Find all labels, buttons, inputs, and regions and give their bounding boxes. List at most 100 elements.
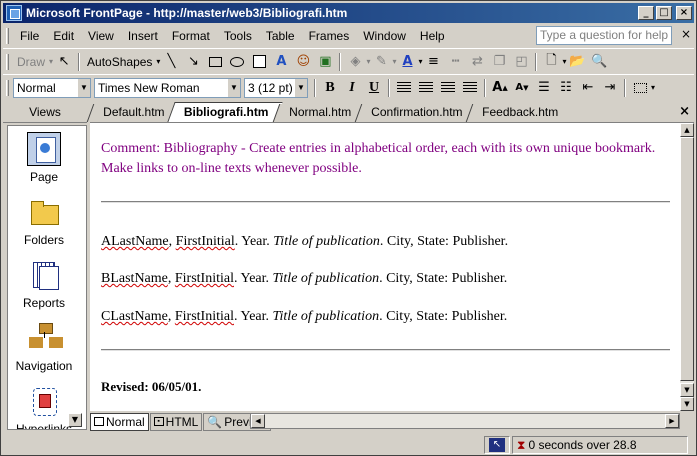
scroll-end-button[interactable]: ▼ <box>680 397 694 411</box>
minimize-button[interactable]: _ <box>638 6 654 20</box>
justify-button[interactable] <box>459 77 481 99</box>
view-page[interactable]: Page <box>8 132 80 184</box>
new-page-icon[interactable]: 🗋 <box>540 51 562 73</box>
open-icon[interactable]: 📂 <box>567 51 589 73</box>
frontpage-app-icon[interactable] <box>6 5 22 21</box>
font-size-select[interactable]: 3 (12 pt) ▼ <box>244 77 308 98</box>
text-box-icon[interactable] <box>248 51 270 73</box>
picture-icon[interactable]: ▣ <box>314 51 336 73</box>
tab-default[interactable]: Default.htm <box>86 104 178 122</box>
line-style-icon[interactable]: ≡ <box>422 51 444 73</box>
menu-view[interactable]: View <box>81 27 121 45</box>
arrow-style-icon[interactable]: ⇄ <box>466 51 488 73</box>
document-frame: Default.htm Bibliografi.htm Normal.htm C… <box>86 101 694 432</box>
3d-style-icon[interactable]: ◰ <box>510 51 532 73</box>
scroll-up-button[interactable]: ▲ <box>680 123 694 137</box>
html-view-tab[interactable]: ▪ HTML <box>149 412 203 431</box>
entry-publisher: . City, State: Publisher. <box>379 234 509 249</box>
scroll-left-button[interactable]: ◀ <box>251 414 265 428</box>
fill-color-icon[interactable]: ◈ <box>344 51 366 73</box>
help-question-input[interactable]: Type a question for help <box>536 26 672 45</box>
tab-bibliografi-label: Bibliografi.htm <box>184 105 269 119</box>
borders-button[interactable] <box>629 77 651 99</box>
italic-button[interactable]: I <box>341 77 363 99</box>
close-button[interactable]: × <box>676 6 692 20</box>
clip-art-icon[interactable]: ☺ <box>292 51 314 73</box>
align-right-button[interactable] <box>437 77 459 99</box>
menu-edit[interactable]: Edit <box>46 27 81 45</box>
align-left-button[interactable] <box>393 77 415 99</box>
view-folders[interactable]: Folders <box>8 195 80 247</box>
horizontal-rule <box>101 349 670 351</box>
wordart-icon[interactable]: A <box>270 51 292 73</box>
entry-year: . Year. <box>234 271 273 286</box>
bibliography-entry[interactable]: BLastName, FirstInitial. Year. Title of … <box>101 270 507 288</box>
style-select[interactable]: Normal ▼ <box>13 77 91 98</box>
draw-menu-button[interactable]: Draw <box>13 55 49 69</box>
bibliography-entry[interactable]: ALastName, FirstInitial. Year. Title of … <box>101 233 508 251</box>
view-reports[interactable]: Reports <box>8 258 80 310</box>
menu-tools[interactable]: Tools <box>217 27 259 45</box>
numbering-button[interactable]: ☰ <box>533 77 555 99</box>
connection-icon: ↖ <box>489 437 505 452</box>
scroll-right-button[interactable]: ▶ <box>665 414 679 428</box>
menu-frames[interactable]: Frames <box>302 27 357 45</box>
arrow-icon[interactable]: ↘ <box>182 51 204 73</box>
entry-first-initial: FirstInitial <box>174 271 234 286</box>
autoshapes-button[interactable]: AutoShapes <box>83 55 156 69</box>
menu-window[interactable]: Window <box>356 27 413 45</box>
close-page-icon[interactable]: × <box>679 104 690 119</box>
search-icon[interactable]: 🔍 <box>589 51 611 73</box>
line-color-icon[interactable]: ✎ <box>370 51 392 73</box>
menu-format[interactable]: Format <box>165 27 217 45</box>
scroll-thumb[interactable] <box>680 137 694 381</box>
line-icon[interactable]: ╲ <box>160 51 182 73</box>
increase-font-size-button[interactable]: A ▲ <box>489 77 511 99</box>
preview-view-icon: 🔍 <box>207 414 223 429</box>
menu-table[interactable]: Table <box>259 27 302 45</box>
rectangle-icon[interactable] <box>204 51 226 73</box>
menubar-close-icon[interactable]: × <box>681 27 691 41</box>
comment-text[interactable]: Comment: Bibliography - Create entries i… <box>101 139 661 179</box>
menu-help[interactable]: Help <box>413 27 452 45</box>
shadow-style-icon[interactable]: ❐ <box>488 51 510 73</box>
menu-bar: File Edit View Insert Format Tools Table… <box>3 25 694 47</box>
entry-title: Title of publication <box>272 309 380 324</box>
dash-style-icon[interactable]: ┅ <box>444 51 466 73</box>
font-select[interactable]: Times New Roman ▼ <box>94 77 241 98</box>
bibliography-entry[interactable]: CLastName, FirstInitial. Year. Title of … <box>101 308 507 326</box>
normal-view-tab[interactable]: Normal <box>90 412 149 431</box>
underline-button[interactable]: U <box>363 77 385 99</box>
center-button[interactable] <box>415 77 437 99</box>
tab-feedback[interactable]: Feedback.htm <box>466 104 572 122</box>
page-editor[interactable]: Comment: Bibliography - Create entries i… <box>90 123 680 411</box>
increase-indent-button[interactable]: ⇥ <box>599 77 621 99</box>
view-page-label: Page <box>29 170 59 184</box>
decrease-font-size-button[interactable]: A ▼ <box>511 77 533 99</box>
select-objects-icon[interactable]: ↖ <box>53 51 75 73</box>
menubar-grip[interactable] <box>6 28 9 44</box>
decrease-indent-button[interactable]: ⇤ <box>577 77 599 99</box>
tab-confirmation[interactable]: Confirmation.htm <box>354 104 476 122</box>
tab-bibliografi[interactable]: Bibliografi.htm <box>167 102 283 122</box>
toolbar-grip[interactable] <box>6 79 9 96</box>
scroll-down-button[interactable]: ▼ <box>680 383 694 397</box>
vertical-scrollbar[interactable]: ▲ ▼ ▼ <box>680 123 694 411</box>
horizontal-scrollbar[interactable]: ◀ ▶ <box>250 413 680 429</box>
chevron-down-icon[interactable]: ▼ <box>294 78 307 97</box>
bullets-button[interactable]: ☷ <box>555 77 577 99</box>
toolbar-grip[interactable] <box>6 53 9 70</box>
font-color-icon[interactable]: A <box>396 51 418 73</box>
menu-insert[interactable]: Insert <box>121 27 165 45</box>
menu-file[interactable]: File <box>13 27 46 45</box>
maximize-button[interactable]: □ <box>656 6 672 20</box>
html-view-icon: ▪ <box>153 417 164 426</box>
chevron-down-icon[interactable]: ▼ <box>77 78 90 97</box>
view-navigation[interactable]: Navigation <box>8 321 80 373</box>
tab-normal[interactable]: Normal.htm <box>272 104 365 122</box>
chevron-down-icon[interactable]: ▼ <box>227 78 240 97</box>
oval-icon[interactable] <box>226 51 248 73</box>
bold-button[interactable]: B <box>319 77 341 99</box>
normal-view-icon <box>94 417 104 426</box>
views-scroll-down-button[interactable]: ▼ <box>68 413 82 427</box>
